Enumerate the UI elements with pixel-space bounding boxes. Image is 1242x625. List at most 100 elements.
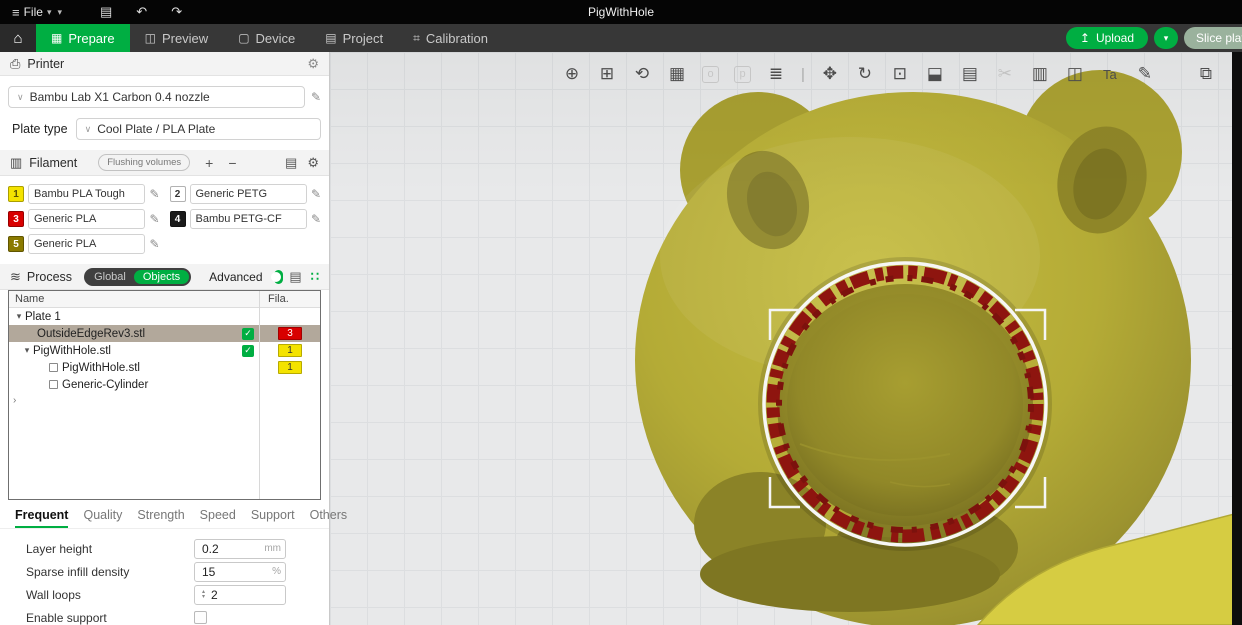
titlebar: ≡ File ▾ ▾ ▤ ↶ ↷ PigWithHole xyxy=(0,0,1242,24)
object-list-icon[interactable]: ≣ xyxy=(766,64,786,84)
tree-row-label: Generic-Cylinder xyxy=(62,379,148,391)
filament-name-select[interactable]: Generic PLA xyxy=(28,209,145,229)
filament-assignment-chip[interactable]: 3 xyxy=(278,327,302,340)
variable-layer-height-icon[interactable]: ▥ xyxy=(1030,64,1050,84)
assembly-view-icon[interactable]: ⧉ xyxy=(1196,64,1216,84)
filament-color-chip[interactable]: 4 xyxy=(170,211,186,227)
file-menu[interactable]: File ▾ xyxy=(24,5,52,19)
recent-files-dropdown-icon[interactable]: ▾ xyxy=(57,7,62,18)
menu-icon[interactable]: ≡ xyxy=(12,5,20,20)
filament-color-chip[interactable]: 2 xyxy=(170,186,186,202)
tree-row-plate-1[interactable]: ▾ Plate 1 xyxy=(9,308,320,325)
expand-icon[interactable]: ▾ xyxy=(21,345,33,356)
filament-name-select[interactable]: Generic PLA xyxy=(28,234,145,254)
tool-o-icon[interactable]: o xyxy=(702,66,719,83)
filament-name-select[interactable]: Generic PETG xyxy=(190,184,307,204)
filament-assignment-chip[interactable]: 1 xyxy=(278,344,302,357)
global-objects-toggle[interactable]: Global Objects xyxy=(84,268,191,286)
printer-select[interactable]: ∨ Bambu Lab X1 Carbon 0.4 nozzle xyxy=(8,86,305,108)
undo-icon[interactable]: ↶ xyxy=(136,4,147,20)
edit-filament-icon[interactable]: ✎ xyxy=(311,187,321,201)
split-to-objects-icon[interactable]: ◫ xyxy=(1065,64,1085,84)
tab-strength[interactable]: Strength xyxy=(137,508,184,528)
tool-p-icon[interactable]: p xyxy=(734,66,751,83)
tab-project[interactable]: ▤ Project xyxy=(310,24,398,52)
cut-icon[interactable]: ✂ xyxy=(995,64,1015,84)
edit-filament-icon[interactable]: ✎ xyxy=(149,237,159,251)
edit-filament-icon[interactable]: ✎ xyxy=(149,187,159,201)
filament-name-select[interactable]: Bambu PLA Tough xyxy=(28,184,145,204)
chevron-down-icon: ▾ xyxy=(47,7,52,18)
filament-color-chip[interactable]: 3 xyxy=(8,211,24,227)
scale-icon[interactable]: ⊡ xyxy=(890,64,910,84)
text-tool-icon[interactable]: Ta xyxy=(1100,67,1120,82)
pig-model-render[interactable] xyxy=(330,52,1242,625)
layer-height-input[interactable]: 0.2 mm xyxy=(194,539,286,559)
tab-device[interactable]: ▢ Device xyxy=(223,24,310,52)
advanced-toggle[interactable] xyxy=(274,270,284,284)
filament-color-chip[interactable]: 1 xyxy=(8,186,24,202)
edit-printer-icon[interactable]: ✎ xyxy=(311,90,321,104)
global-segment[interactable]: Global xyxy=(86,270,134,284)
home-button[interactable]: ⌂ xyxy=(0,24,36,52)
filament-slot-2: 2 Generic PETG ✎ xyxy=(170,184,322,204)
remove-filament-button[interactable]: − xyxy=(228,155,236,171)
plate-type-select[interactable]: ∨ Cool Plate / PLA Plate xyxy=(76,118,321,140)
tab-preview[interactable]: ◫ Preview xyxy=(130,24,224,52)
spinner-down-icon[interactable]: ▾ xyxy=(202,595,205,600)
objects-segment[interactable]: Objects xyxy=(134,270,189,284)
filament-color-chip[interactable]: 5 xyxy=(8,236,24,252)
edit-filament-icon[interactable]: ✎ xyxy=(311,212,321,226)
tree-row-pigwithhole[interactable]: ▾ PigWithHole.stl ✓ 1 xyxy=(9,342,320,359)
sparse-infill-input[interactable]: 15 % xyxy=(194,562,286,582)
pig-body-shadow xyxy=(700,536,1000,612)
tree-row-generic-cylinder[interactable]: Generic-Cylinder xyxy=(9,376,320,393)
arrange-icon[interactable]: ▦ xyxy=(667,64,687,84)
filament-settings-gear-icon[interactable]: ⚙ xyxy=(307,155,319,171)
toggle-knob xyxy=(271,272,281,282)
add-object-icon[interactable]: ⊕ xyxy=(562,64,582,84)
tab-speed[interactable]: Speed xyxy=(200,508,236,528)
auto-orient-icon[interactable]: ⟲ xyxy=(632,64,652,84)
edit-filament-icon[interactable]: ✎ xyxy=(149,212,159,226)
filament-assignment-chip[interactable]: 1 xyxy=(278,361,302,374)
redo-icon[interactable]: ↷ xyxy=(171,4,182,20)
flushing-volumes-button[interactable]: Flushing volumes xyxy=(98,154,190,171)
tab-prepare[interactable]: ▦ Prepare xyxy=(36,24,130,52)
visibility-checkbox[interactable]: ✓ xyxy=(242,328,254,340)
param-label: Layer height xyxy=(26,542,194,556)
tree-row-outsideedgerev3[interactable]: OutsideEdgeRev3.stl ✓ 3 xyxy=(9,325,320,342)
collapsed-node-icon[interactable]: › xyxy=(9,393,320,406)
tab-others[interactable]: Others xyxy=(310,508,348,528)
tree-header: Name Fila. xyxy=(9,291,320,308)
save-icon[interactable]: ▤ xyxy=(100,4,112,20)
expand-icon[interactable]: ▾ xyxy=(13,311,25,322)
parameter-table-icon[interactable]: ▤ xyxy=(289,269,301,285)
add-filament-button[interactable]: + xyxy=(205,155,213,171)
tab-quality[interactable]: Quality xyxy=(83,508,122,528)
wall-loops-spinner[interactable]: ▴ ▾ 2 xyxy=(194,585,286,605)
tree-row-pigwithhole-part[interactable]: PigWithHole.stl 1 xyxy=(9,359,320,376)
tab-frequent[interactable]: Frequent xyxy=(15,508,68,528)
printer-settings-gear-icon[interactable]: ⚙ xyxy=(307,56,319,72)
rotate-icon[interactable]: ↻ xyxy=(855,64,875,84)
upload-dropdown-button[interactable]: ▾ xyxy=(1154,27,1178,49)
chevron-down-icon: ▾ xyxy=(1164,33,1169,44)
filament-name-select[interactable]: Bambu PETG-CF xyxy=(190,209,307,229)
tab-support[interactable]: Support xyxy=(251,508,295,528)
add-plate-icon[interactable]: ⊞ xyxy=(597,64,617,84)
tree-row-label: PigWithHole.stl xyxy=(62,362,140,374)
slice-plate-button[interactable]: Slice plate xyxy=(1184,27,1242,49)
sidebar: ⎙ Printer ⚙ ∨ Bambu Lab X1 Carbon 0.4 no… xyxy=(0,52,330,625)
process-grid-icon[interactable]: ∷ xyxy=(311,269,319,285)
enable-support-checkbox[interactable] xyxy=(194,611,207,624)
move-icon[interactable]: ✥ xyxy=(820,64,840,84)
visibility-checkbox[interactable]: ✓ xyxy=(242,345,254,357)
3d-viewport[interactable]: ⊕ ⊞ ⟲ ▦ o p ≣ | ✥ ↻ ⊡ ⬓ ▤ ✂ ▥ ◫ Ta ✎ ⧉ xyxy=(330,52,1242,625)
tab-calibration[interactable]: ⌗ Calibration xyxy=(398,24,503,52)
upload-button[interactable]: ↥ Upload xyxy=(1066,27,1148,49)
split-layers-icon[interactable]: ▤ xyxy=(960,64,980,84)
ams-icon[interactable]: ▤ xyxy=(285,155,297,171)
lay-on-face-icon[interactable]: ⬓ xyxy=(925,64,945,84)
paint-icon[interactable]: ✎ xyxy=(1135,64,1155,84)
